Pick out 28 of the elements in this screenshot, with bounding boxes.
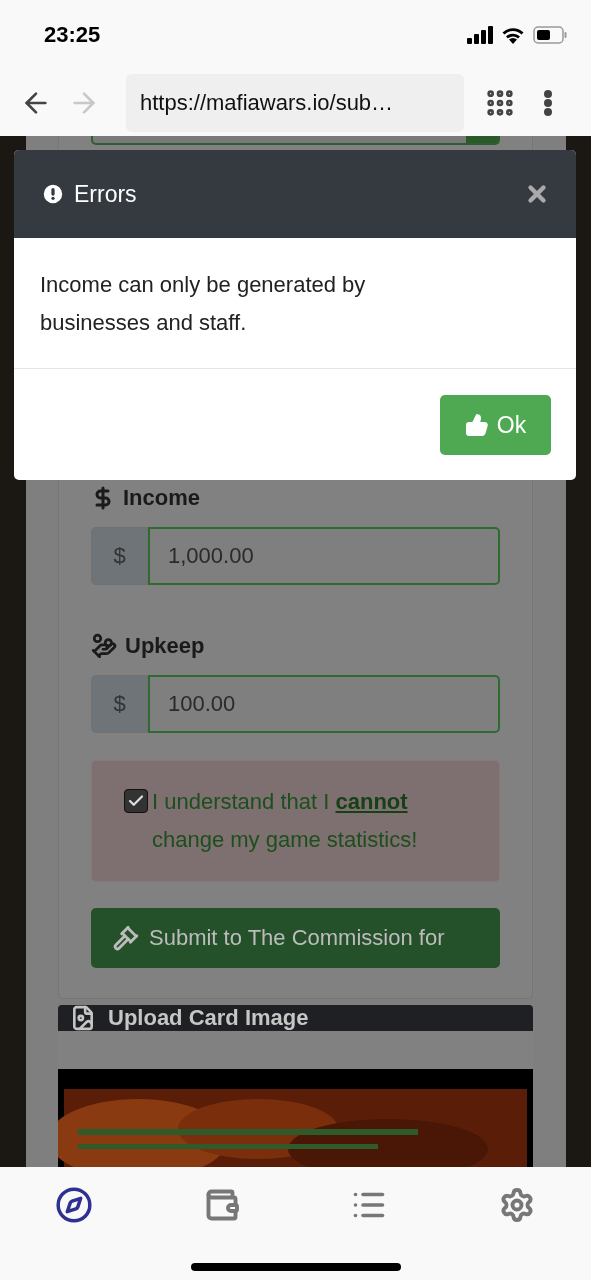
address-bar[interactable]: https://mafiawars.io/sub… [126,74,464,132]
gavel-icon [113,925,139,951]
alert-icon [40,181,66,207]
menu-icon [544,90,552,116]
submit-button[interactable]: Submit to The Commission for [91,908,500,968]
field-label: Income [123,485,201,511]
amount-input[interactable]: 1,000.00 [148,527,500,585]
amount-input[interactable]: 100.00 [148,675,500,733]
signal-icon [467,26,493,44]
image-file-icon [70,1005,96,1031]
error-message: Income can only be generated by businesses and staff. [40,271,367,337]
grid-icon [484,87,516,119]
field-label: Upkeep [125,633,205,659]
hand-coin-icon [91,633,117,659]
clock: 23:25 [44,22,101,48]
thumbs-up-icon [464,413,489,437]
panel-title: Upload Card Image [108,1005,309,1031]
ok-button[interactable]: Ok [440,395,551,455]
input-field[interactable] [91,136,500,145]
currency-addon: $ [91,675,148,733]
checkbox[interactable] [124,789,148,813]
wifi-icon [501,26,525,44]
dialog-title: Errors [74,180,137,208]
compass-icon [54,1186,93,1224]
acknowledge-text: I understand that I cannot change my game statistics! [152,788,419,854]
currency-addon: $ [91,527,148,585]
settings-icon [499,1187,536,1223]
battery-icon [533,26,567,44]
